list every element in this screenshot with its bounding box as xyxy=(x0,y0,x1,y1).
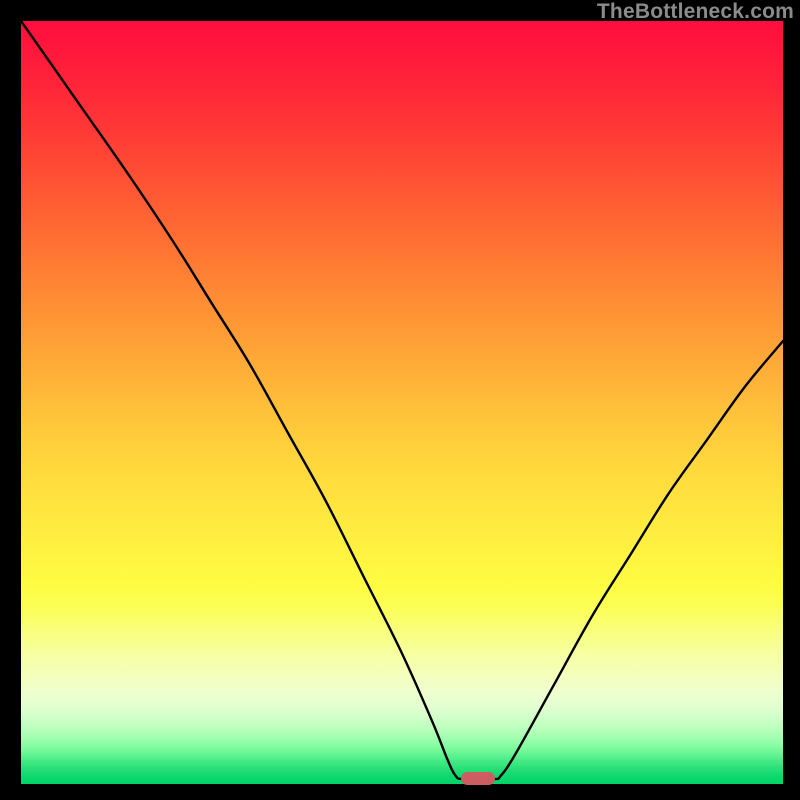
optimal-marker xyxy=(461,772,495,785)
watermark-text: TheBottleneck.com xyxy=(597,0,794,24)
bottleneck-curve xyxy=(21,21,783,783)
plot-area xyxy=(21,21,783,783)
chart-frame: TheBottleneck.com xyxy=(0,0,800,800)
